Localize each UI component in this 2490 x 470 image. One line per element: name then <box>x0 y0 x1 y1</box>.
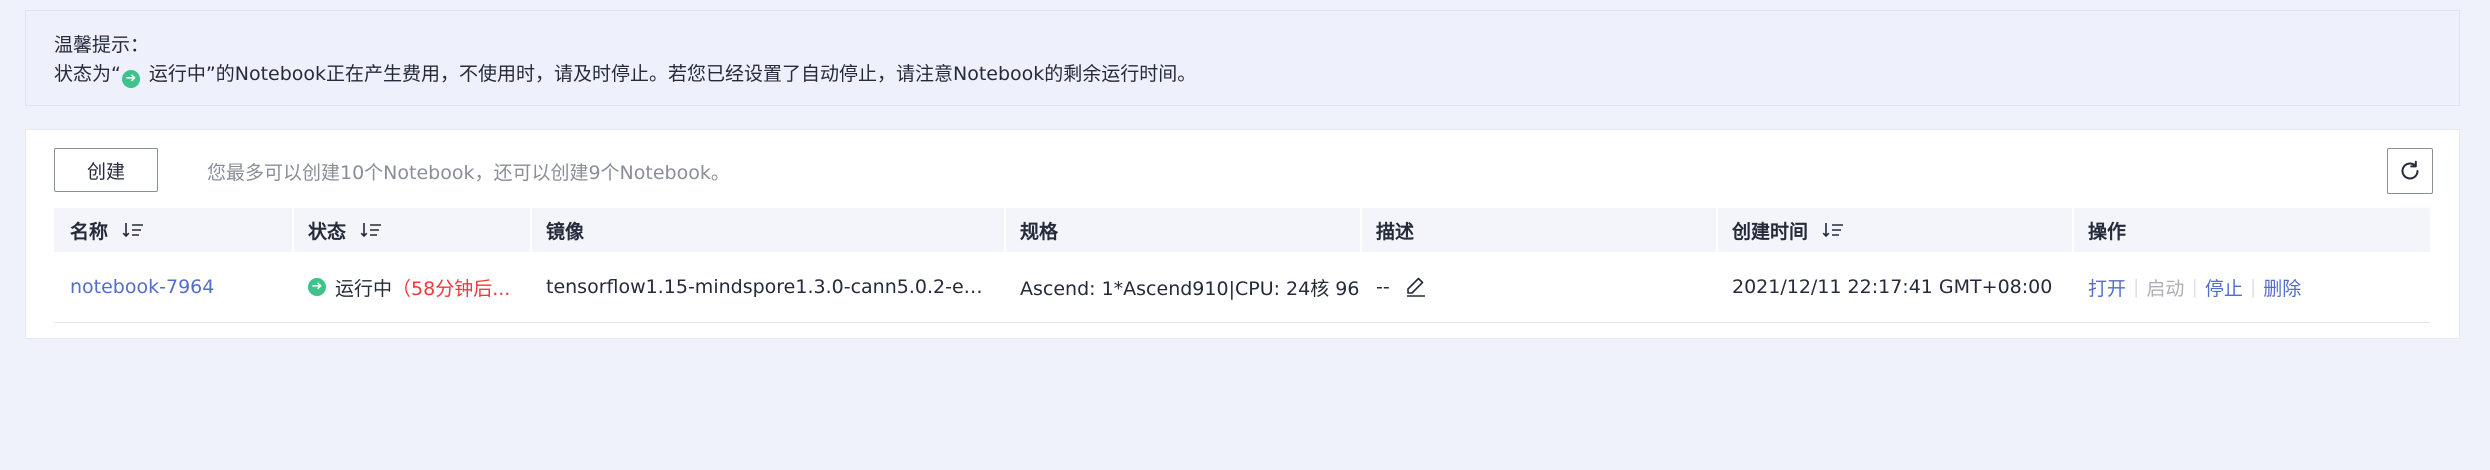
notebook-card: 创建 您最多可以创建10个Notebook，还可以创建9个Notebook。 名… <box>25 129 2460 339</box>
column-header-desc: 描述 <box>1360 208 1716 252</box>
column-header-image: 镜像 <box>530 208 1004 252</box>
column-header-created[interactable]: 创建时间 <box>1716 208 2072 252</box>
cell-image: tensorflow1.15-mindspore1.3.0-cann5.0.2-… <box>530 252 1004 322</box>
notice-text-before: 状态为“ <box>54 63 121 85</box>
column-header-name[interactable]: 名称 <box>54 208 292 252</box>
column-header-label: 镜像 <box>546 220 585 243</box>
cell-ops: 打开 | 启动 | 停止 | 删除 <box>2072 252 2430 322</box>
column-header-label: 规格 <box>1020 220 1059 243</box>
notebook-name-link[interactable]: notebook-7964 <box>70 276 214 298</box>
table-row: notebook-7964 ➜ 运行中 （58分钟后... tensorflow… <box>54 252 2430 323</box>
page: 温馨提示： 状态为“ ➜ 运行中”的Notebook正在产生费用，不使用时，请及时… <box>0 0 2490 470</box>
status-text: 运行中 <box>335 277 393 300</box>
divider: | <box>2191 276 2198 298</box>
table-header: 名称 状态 镜像 规格 描述 创建时间 操作 <box>54 208 2430 252</box>
column-header-spec: 规格 <box>1004 208 1360 252</box>
column-header-label: 描述 <box>1376 220 1415 243</box>
sort-icon[interactable] <box>1822 221 1844 239</box>
refresh-button[interactable] <box>2387 148 2433 194</box>
status-remaining-time: （58分钟后... <box>392 277 511 300</box>
sort-icon[interactable] <box>360 221 382 239</box>
column-header-ops: 操作 <box>2072 208 2430 252</box>
spec-text: Ascend: 1*Ascend910|CPU: 24核 96GB丨 <box>1020 277 1360 300</box>
status-wrap: ➜ 运行中 （58分钟后... <box>308 274 510 301</box>
notice-text: 状态为“ ➜ 运行中”的Notebook正在产生费用，不使用时，请及时停止。若您已… <box>54 60 2431 89</box>
create-button[interactable]: 创建 <box>54 148 158 192</box>
start-link: 启动 <box>2146 277 2185 300</box>
notice-text-after: 运行中”的Notebook正在产生费用，不使用时，请及时停止。若您已经设置了自动… <box>142 63 1197 85</box>
image-text: tensorflow1.15-mindspore1.3.0-cann5.0.2-… <box>546 276 994 298</box>
running-status-icon: ➜ <box>121 70 140 88</box>
column-header-label: 操作 <box>2088 220 2127 243</box>
toolbar: 创建 您最多可以创建10个Notebook，还可以创建9个Notebook。 <box>54 148 2433 194</box>
column-header-status[interactable]: 状态 <box>292 208 530 252</box>
cell-spec: Ascend: 1*Ascend910|CPU: 24核 96GB丨 <box>1004 252 1360 322</box>
cell-name: notebook-7964 <box>54 252 292 322</box>
edit-icon[interactable] <box>1404 275 1428 299</box>
running-status-icon: ➜ <box>308 278 326 296</box>
cell-status: ➜ 运行中 （58分钟后... <box>292 252 530 322</box>
open-link[interactable]: 打开 <box>2088 274 2126 301</box>
delete-link[interactable]: 删除 <box>2263 274 2301 301</box>
notice-title: 温馨提示： <box>54 34 150 56</box>
notebook-table: 名称 状态 镜像 规格 描述 创建时间 操作 notebook-7964 ➜ 运… <box>54 208 2430 323</box>
quota-hint: 您最多可以创建10个Notebook，还可以创建9个Notebook。 <box>207 162 730 184</box>
refresh-icon <box>2401 160 2419 180</box>
stop-link[interactable]: 停止 <box>2205 274 2243 301</box>
divider: | <box>2133 276 2140 298</box>
desc-text: -- <box>1376 276 1390 298</box>
cell-created: 2021/12/11 22:17:41 GMT+08:00 <box>1716 252 2072 322</box>
cell-desc: -- <box>1360 252 1716 322</box>
sort-icon[interactable] <box>122 221 144 239</box>
divider: | <box>2249 276 2257 298</box>
column-header-label: 名称 <box>70 220 109 243</box>
column-header-label: 状态 <box>308 220 347 243</box>
created-text: 2021/12/11 22:17:41 GMT+08:00 <box>1732 276 2053 298</box>
notice-box: 温馨提示： 状态为“ ➜ 运行中”的Notebook正在产生费用，不使用时，请及时… <box>25 10 2460 106</box>
column-header-label: 创建时间 <box>1732 220 1809 243</box>
